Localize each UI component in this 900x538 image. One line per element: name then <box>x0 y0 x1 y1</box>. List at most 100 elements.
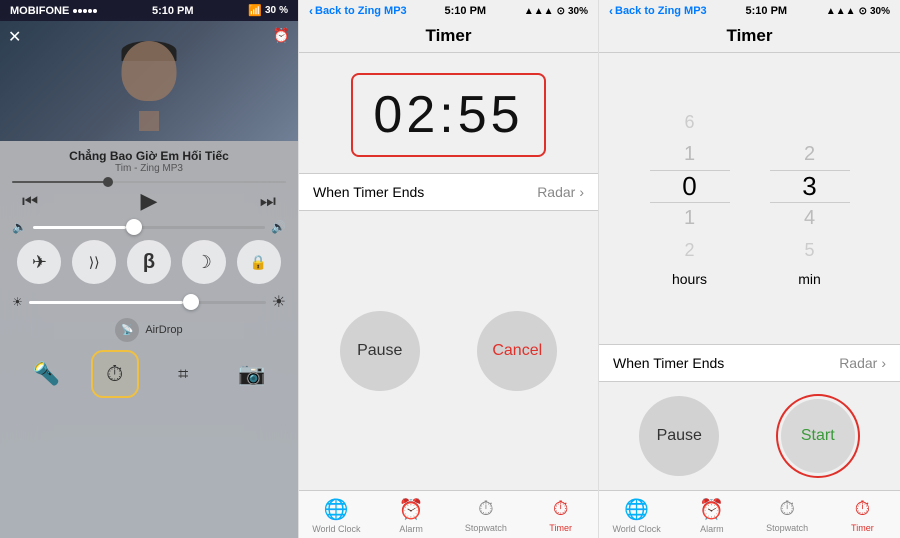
timer-header-right: Timer <box>599 22 900 53</box>
timer-label-mid: Timer <box>549 523 572 533</box>
alarm-top-icon[interactable]: ⏰ <box>273 27 290 44</box>
close-button[interactable]: ✕ <box>8 27 21 47</box>
when-timer-label-right: When Timer Ends <box>613 355 724 371</box>
hours-item-faded-3: 2 <box>650 235 730 267</box>
airdrop-row[interactable]: 📡 AirDrop <box>12 318 286 342</box>
action-row-right: Pause Start <box>599 382 900 490</box>
cancel-button-mid[interactable]: Cancel <box>477 311 557 391</box>
when-timer-ends-row-mid[interactable]: When Timer Ends Radar › <box>299 173 598 211</box>
status-left: MOBIFONE <box>10 5 97 17</box>
wifi-toggle-button[interactable]: ⟩⟩ <box>72 240 116 284</box>
tab-world-clock-right[interactable]: 🌐 World Clock <box>599 497 674 534</box>
world-clock-label-mid: World Clock <box>312 524 360 534</box>
battery-label: 30 <box>265 5 276 16</box>
back-button-mid[interactable]: ‹ Back to Zing MP3 <box>309 4 407 18</box>
music-title: Chẳng Bao Giờ Em Hối Tiếc <box>12 149 286 163</box>
volume-low-icon: 🔈 <box>12 220 27 234</box>
calculator-button[interactable]: ⌗ <box>159 350 207 398</box>
world-clock-icon-mid: 🌐 <box>324 497 349 522</box>
brightness-slider[interactable] <box>29 301 266 304</box>
wifi-mid: ⊙ <box>557 6 565 17</box>
tab-timer-right[interactable]: ⏱ Timer <box>825 498 900 533</box>
left-panel: MOBIFONE 5:10 PM 📶 30 % ✕ ⏰ <box>0 0 298 538</box>
tab-bar-right: 🌐 World Clock ⏰ Alarm ⏱ Stopwatch ⏱ Time… <box>599 490 900 538</box>
time-mid: 5:10 PM <box>445 5 487 17</box>
pause-button-mid[interactable]: Pause <box>340 311 420 391</box>
control-center: Chẳng Bao Giờ Em Hối Tiếc Tim - Zing MP3… <box>0 141 298 538</box>
status-bar-right: ‹ Back to Zing MP3 5:10 PM ▲▲▲ ⊙ 30% <box>599 0 900 22</box>
battery-pct-sign: % <box>279 5 288 16</box>
mins-unit-label: min <box>798 271 821 287</box>
timer-header-mid: Timer <box>299 22 598 53</box>
timer-label-right: Timer <box>851 523 874 533</box>
progress-track[interactable] <box>12 181 286 183</box>
alarm-icon-mid: ⏰ <box>399 497 424 522</box>
volume-high-icon: 🔊 <box>271 220 286 234</box>
when-timer-ends-row-right[interactable]: When Timer Ends Radar › <box>599 344 900 382</box>
play-button[interactable]: ▶ <box>141 188 158 214</box>
tab-stopwatch-mid[interactable]: ⏱ Stopwatch <box>449 498 524 533</box>
chevron-right-icon: › <box>579 184 584 200</box>
tab-stopwatch-right[interactable]: ⏱ Stopwatch <box>750 498 825 533</box>
tab-alarm-right[interactable]: ⏰ Alarm <box>674 497 749 534</box>
timer-button[interactable]: ⏱ <box>91 350 139 398</box>
rotation-lock-button[interactable]: 🔒 <box>237 240 281 284</box>
timer-icon-mid: ⏱ <box>553 498 569 521</box>
hours-item-faded-6: 6 <box>650 107 730 139</box>
time-left: 5:10 PM <box>152 5 194 17</box>
mid-panel: ‹ Back to Zing MP3 5:10 PM ▲▲▲ ⊙ 30% Tim… <box>298 0 599 538</box>
rewind-button[interactable]: ⏮ <box>22 191 38 212</box>
hours-unit-label: hours <box>672 271 707 287</box>
alarm-label-right: Alarm <box>700 524 724 534</box>
action-row-mid: Pause Cancel <box>299 211 598 490</box>
when-timer-label-mid: When Timer Ends <box>313 184 424 200</box>
signal-right: ▲▲▲ <box>826 6 856 17</box>
airplane-mode-button[interactable]: ✈ <box>17 240 61 284</box>
back-button-right[interactable]: ‹ Back to Zing MP3 <box>609 4 707 18</box>
when-timer-value-right[interactable]: Radar › <box>839 355 886 371</box>
volume-row: 🔈 🔊 <box>12 220 286 234</box>
battery-mid: 30% <box>568 6 588 17</box>
back-label-right: Back to Zing MP3 <box>615 5 707 17</box>
stopwatch-label-mid: Stopwatch <box>465 523 507 533</box>
back-label-mid: Back to Zing MP3 <box>315 5 407 17</box>
hours-item-faded-1: 1 <box>650 138 730 170</box>
mins-item-faded-2: 2 <box>770 138 850 170</box>
airdrop-label: AirDrop <box>145 324 182 336</box>
hours-picker[interactable]: 6 1 0 1 2 hours <box>630 107 750 291</box>
start-button-wrapper: Start <box>776 394 860 478</box>
tab-world-clock-mid[interactable]: 🌐 World Clock <box>299 497 374 534</box>
start-button[interactable]: Start <box>781 399 855 473</box>
alarm-label-mid: Alarm <box>399 524 423 534</box>
dnd-toggle-button[interactable]: ☽ <box>182 240 226 284</box>
mins-picker[interactable]: 2 3 4 5 min <box>750 107 870 291</box>
music-artist: Tim - Zing MP3 <box>12 163 286 174</box>
bluetooth-toggle-button[interactable]: β <box>127 240 171 284</box>
stopwatch-label-right: Stopwatch <box>766 523 808 533</box>
hours-item-faded-2: 1 <box>650 203 730 235</box>
mins-item-faded-5: 5 <box>770 235 850 267</box>
stopwatch-icon-mid: ⏱ <box>478 498 494 521</box>
when-timer-value-mid[interactable]: Radar › <box>537 184 584 200</box>
status-icons-right: ▲▲▲ ⊙ 30% <box>826 6 890 17</box>
pause-button-right[interactable]: Pause <box>639 396 719 476</box>
volume-slider[interactable] <box>33 226 265 229</box>
brightness-high-icon: ☀ <box>272 292 286 312</box>
tab-timer-mid[interactable]: ⏱ Timer <box>523 498 598 533</box>
hours-item-selected: 0 <box>650 170 730 203</box>
flashlight-button[interactable]: 🔦 <box>22 350 70 398</box>
picker-area[interactable]: 6 1 0 1 2 hours 2 3 4 5 min <box>599 53 900 344</box>
time-right: 5:10 PM <box>746 5 788 17</box>
status-bar-left: MOBIFONE 5:10 PM 📶 30 % <box>0 0 298 21</box>
chevron-right-icon-right: › <box>881 355 886 371</box>
signal-mid: ▲▲▲ <box>524 6 554 17</box>
brightness-low-icon: ☀ <box>12 295 23 309</box>
world-clock-label-right: World Clock <box>612 524 660 534</box>
toggle-row: ✈ ⟩⟩ β ☽ 🔒 <box>12 240 286 284</box>
fast-forward-button[interactable]: ⏭ <box>260 191 276 212</box>
tab-alarm-mid[interactable]: ⏰ Alarm <box>374 497 449 534</box>
timer-display-area: 02:55 <box>299 53 598 173</box>
brightness-row: ☀ ☀ <box>12 292 286 312</box>
camera-button[interactable]: 📷 <box>228 350 276 398</box>
right-panel: ‹ Back to Zing MP3 5:10 PM ▲▲▲ ⊙ 30% Tim… <box>599 0 900 538</box>
